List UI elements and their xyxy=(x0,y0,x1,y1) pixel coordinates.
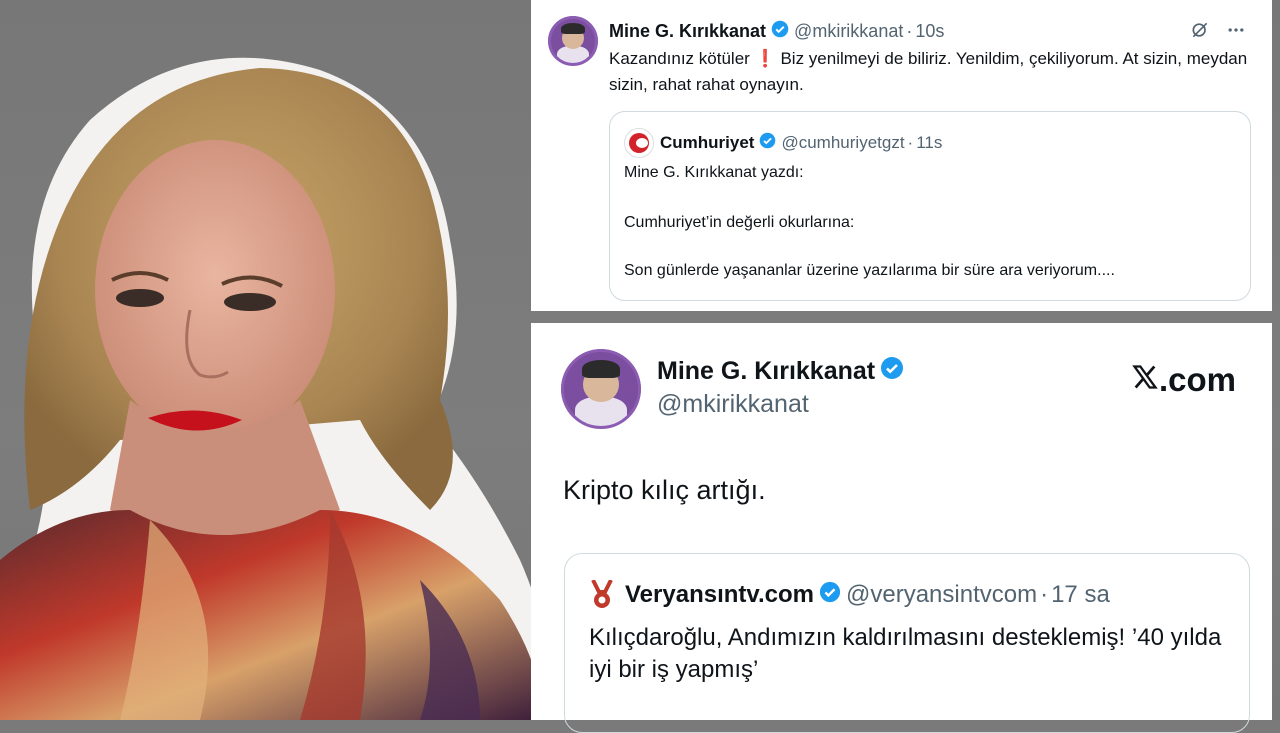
exclamation-icon: ❗ xyxy=(754,49,776,68)
quote-line-3: Son günlerde yaşananlar üzerine yazıları… xyxy=(624,262,1115,279)
verified-badge-icon xyxy=(759,132,776,154)
author-handle[interactable]: @mkirikkanat xyxy=(794,21,903,42)
quote-time[interactable]: 11s xyxy=(916,133,942,153)
quote-time[interactable]: 17 sa xyxy=(1051,581,1110,609)
author-avatar[interactable] xyxy=(561,349,641,429)
quote-header: Veryansıntv.com @veryansintvcom · 17 sa xyxy=(589,579,1110,610)
tweet-text: Kazandınız kötüler ❗ Biz yenilmeyi de bi… xyxy=(609,46,1249,98)
quote-line-2: Cumhuriyet’in değerli okurlarına: xyxy=(624,214,855,231)
x-com-label: .com xyxy=(1158,361,1236,398)
author-name-row: Mine G. Kırıkkanat xyxy=(657,356,909,387)
quote-text: Kılıçdaroğlu, Andımızın kaldırılmasını d… xyxy=(589,624,1222,683)
tweet-text-part1: Kazandınız kötüler xyxy=(609,49,750,68)
author-avatar[interactable] xyxy=(548,16,598,66)
quote-header: Cumhuriyet @cumhuriyetgzt · 11s xyxy=(624,128,942,158)
separator-dot: · xyxy=(906,21,913,41)
x-logo-icon xyxy=(1131,361,1159,399)
cumhuriyet-logo-icon xyxy=(624,128,654,158)
tweet-actions xyxy=(1190,20,1246,46)
veryansintv-logo-icon xyxy=(589,579,615,610)
quoted-tweet-veryansintv[interactable]: Veryansıntv.com @veryansintvcom · 17 sa … xyxy=(564,553,1250,733)
quote-author-name[interactable]: Cumhuriyet xyxy=(660,133,754,153)
separator-dot: · xyxy=(907,133,914,152)
verified-badge-icon xyxy=(771,20,789,43)
verified-badge-icon xyxy=(819,581,841,610)
tweet-time[interactable]: 10s xyxy=(915,21,944,42)
separator-dot: · xyxy=(1040,581,1049,608)
x-com-logo: .com xyxy=(1131,361,1236,399)
portrait-photo xyxy=(0,57,555,720)
verified-badge-icon xyxy=(880,356,904,387)
more-horizontal-icon[interactable] xyxy=(1226,20,1246,46)
grok-icon[interactable] xyxy=(1190,20,1210,46)
quote-line-1: Mine G. Kırıkkanat yazdı: xyxy=(624,164,804,181)
tweet-text: Kripto kılıç artığı. xyxy=(563,475,766,505)
author-name[interactable]: Mine G. Kırıkkanat xyxy=(657,357,875,386)
quote-author-handle[interactable]: @cumhuriyetgzt xyxy=(781,133,904,153)
tweet-card-bottom[interactable]: Mine G. Kırıkkanat @mkirikkanat .com Kri… xyxy=(531,323,1272,733)
tweet-card-top[interactable]: Mine G. Kırıkkanat @mkirikkanat · 10s Ka… xyxy=(531,0,1272,311)
quote-author-name[interactable]: Veryansıntv.com xyxy=(625,581,814,609)
author-name[interactable]: Mine G. Kırıkkanat xyxy=(609,21,766,42)
quote-author-handle[interactable]: @veryansintvcom xyxy=(846,581,1037,609)
author-handle[interactable]: @mkirikkanat xyxy=(657,390,809,419)
tweet-header: Mine G. Kırıkkanat @mkirikkanat · 10s xyxy=(609,20,944,43)
quoted-tweet-cumhuriyet[interactable]: Cumhuriyet @cumhuriyetgzt · 11s Mine G. … xyxy=(609,111,1251,301)
